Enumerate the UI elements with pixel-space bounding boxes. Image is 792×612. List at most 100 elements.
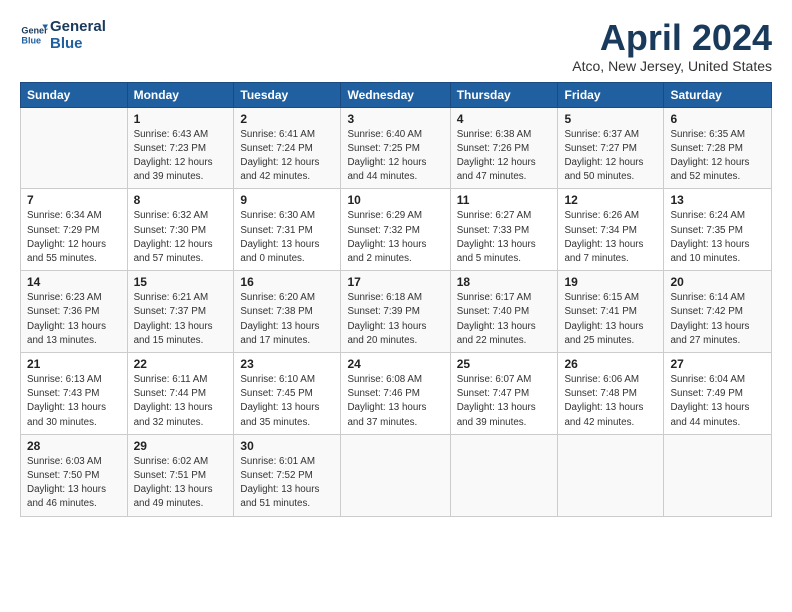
day-info: Sunrise: 6:41 AM Sunset: 7:24 PM Dayligh… (240, 128, 334, 185)
day-info: Sunrise: 6:13 AM Sunset: 7:43 PM Dayligh… (27, 373, 121, 430)
day-info: Sunrise: 6:32 AM Sunset: 7:30 PM Dayligh… (134, 209, 228, 266)
day-number: 5 (564, 112, 657, 126)
calendar-week-row: 1 Sunrise: 6:43 AM Sunset: 7:23 PM Daylig… (21, 107, 772, 189)
day-info: Sunrise: 6:43 AM Sunset: 7:23 PM Dayligh… (134, 128, 228, 185)
day-info: Sunrise: 6:01 AM Sunset: 7:52 PM Dayligh… (240, 455, 334, 512)
calendar-day-cell: 18 Sunrise: 6:17 AM Sunset: 7:40 PM Dayli… (450, 271, 558, 353)
day-number: 13 (670, 193, 765, 207)
day-number: 2 (240, 112, 334, 126)
day-number: 3 (347, 112, 443, 126)
day-of-week-header: Tuesday (234, 82, 341, 107)
calendar-day-cell: 20Sunrise: 6:14 AM Sunset: 7:42 PM Dayli… (664, 271, 772, 353)
day-number: 14 (27, 275, 121, 289)
day-number: 9 (240, 193, 334, 207)
calendar-day-cell: 6 Sunrise: 6:35 AM Sunset: 7:28 PM Daylig… (664, 107, 772, 189)
day-info: Sunrise: 6:03 AM Sunset: 7:50 PM Dayligh… (27, 455, 121, 512)
day-info: Sunrise: 6:08 AM Sunset: 7:46 PM Dayligh… (347, 373, 443, 430)
calendar-day-cell: 27 Sunrise: 6:04 AM Sunset: 7:49 PM Dayli… (664, 353, 772, 435)
day-number: 26 (564, 357, 657, 371)
day-of-week-header: Monday (127, 82, 234, 107)
logo: General Blue General Blue (20, 18, 106, 53)
calendar-week-row: 14 Sunrise: 6:23 AM Sunset: 7:36 PM Dayli… (21, 271, 772, 353)
day-info: Sunrise: 6:10 AM Sunset: 7:45 PM Dayligh… (240, 373, 334, 430)
svg-text:Blue: Blue (21, 36, 41, 46)
day-number: 22 (134, 357, 228, 371)
calendar-day-cell (341, 434, 450, 516)
day-info: Sunrise: 6:17 AM Sunset: 7:40 PM Dayligh… (457, 291, 552, 348)
calendar-day-cell: 11 Sunrise: 6:27 AM Sunset: 7:33 PM Dayli… (450, 189, 558, 271)
day-number: 30 (240, 439, 334, 453)
day-number: 25 (457, 357, 552, 371)
calendar-day-cell (664, 434, 772, 516)
day-info: Sunrise: 6:27 AM Sunset: 7:33 PM Dayligh… (457, 209, 552, 266)
day-number: 15 (134, 275, 228, 289)
page-container: General Blue General Blue April 2024 Atc… (0, 0, 792, 527)
calendar-day-cell: 8Sunrise: 6:32 AM Sunset: 7:30 PM Daylig… (127, 189, 234, 271)
calendar-day-cell: 15 Sunrise: 6:21 AM Sunset: 7:37 PM Dayli… (127, 271, 234, 353)
day-info: Sunrise: 6:23 AM Sunset: 7:36 PM Dayligh… (27, 291, 121, 348)
logo-icon: General Blue (20, 21, 48, 49)
day-info: Sunrise: 6:35 AM Sunset: 7:28 PM Dayligh… (670, 128, 765, 185)
day-info: Sunrise: 6:21 AM Sunset: 7:37 PM Dayligh… (134, 291, 228, 348)
day-info: Sunrise: 6:04 AM Sunset: 7:49 PM Dayligh… (670, 373, 765, 430)
day-info: Sunrise: 6:40 AM Sunset: 7:25 PM Dayligh… (347, 128, 443, 185)
calendar-day-cell (21, 107, 128, 189)
calendar-day-cell: 2 Sunrise: 6:41 AM Sunset: 7:24 PM Daylig… (234, 107, 341, 189)
day-info: Sunrise: 6:34 AM Sunset: 7:29 PM Dayligh… (27, 209, 121, 266)
day-of-week-header: Saturday (664, 82, 772, 107)
day-number: 20 (670, 275, 765, 289)
calendar-day-cell: 5Sunrise: 6:37 AM Sunset: 7:27 PM Daylig… (558, 107, 664, 189)
calendar-day-cell: 17Sunrise: 6:18 AM Sunset: 7:39 PM Dayli… (341, 271, 450, 353)
day-info: Sunrise: 6:30 AM Sunset: 7:31 PM Dayligh… (240, 209, 334, 266)
calendar-day-cell: 19Sunrise: 6:15 AM Sunset: 7:41 PM Dayli… (558, 271, 664, 353)
day-info: Sunrise: 6:06 AM Sunset: 7:48 PM Dayligh… (564, 373, 657, 430)
calendar-day-cell: 28 Sunrise: 6:03 AM Sunset: 7:50 PM Dayli… (21, 434, 128, 516)
day-number: 4 (457, 112, 552, 126)
calendar-day-cell: 13 Sunrise: 6:24 AM Sunset: 7:35 PM Dayli… (664, 189, 772, 271)
calendar-day-cell: 25 Sunrise: 6:07 AM Sunset: 7:47 PM Dayli… (450, 353, 558, 435)
calendar-header-row: SundayMondayTuesdayWednesdayThursdayFrid… (21, 82, 772, 107)
calendar-day-cell: 3 Sunrise: 6:40 AM Sunset: 7:25 PM Daylig… (341, 107, 450, 189)
calendar-week-row: 7Sunrise: 6:34 AM Sunset: 7:29 PM Daylig… (21, 189, 772, 271)
calendar-day-cell: 23 Sunrise: 6:10 AM Sunset: 7:45 PM Dayli… (234, 353, 341, 435)
day-info: Sunrise: 6:11 AM Sunset: 7:44 PM Dayligh… (134, 373, 228, 430)
day-number: 11 (457, 193, 552, 207)
day-info: Sunrise: 6:26 AM Sunset: 7:34 PM Dayligh… (564, 209, 657, 266)
logo-text-blue: Blue (50, 35, 106, 52)
calendar-day-cell: 24 Sunrise: 6:08 AM Sunset: 7:46 PM Dayli… (341, 353, 450, 435)
calendar-day-cell: 30 Sunrise: 6:01 AM Sunset: 7:52 PM Dayli… (234, 434, 341, 516)
calendar-week-row: 28 Sunrise: 6:03 AM Sunset: 7:50 PM Dayli… (21, 434, 772, 516)
day-info: Sunrise: 6:24 AM Sunset: 7:35 PM Dayligh… (670, 209, 765, 266)
day-info: Sunrise: 6:15 AM Sunset: 7:41 PM Dayligh… (564, 291, 657, 348)
calendar-day-cell: 22 Sunrise: 6:11 AM Sunset: 7:44 PM Dayli… (127, 353, 234, 435)
day-info: Sunrise: 6:07 AM Sunset: 7:47 PM Dayligh… (457, 373, 552, 430)
calendar-day-cell: 9 Sunrise: 6:30 AM Sunset: 7:31 PM Daylig… (234, 189, 341, 271)
calendar-day-cell: 12 Sunrise: 6:26 AM Sunset: 7:34 PM Dayli… (558, 189, 664, 271)
calendar-day-cell: 29 Sunrise: 6:02 AM Sunset: 7:51 PM Dayli… (127, 434, 234, 516)
day-number: 12 (564, 193, 657, 207)
day-number: 16 (240, 275, 334, 289)
calendar-day-cell (450, 434, 558, 516)
day-info: Sunrise: 6:02 AM Sunset: 7:51 PM Dayligh… (134, 455, 228, 512)
day-number: 6 (670, 112, 765, 126)
day-number: 27 (670, 357, 765, 371)
calendar-table: SundayMondayTuesdayWednesdayThursdayFrid… (20, 82, 772, 517)
logo-text-general: General (50, 18, 106, 35)
day-number: 21 (27, 357, 121, 371)
calendar-day-cell: 1 Sunrise: 6:43 AM Sunset: 7:23 PM Daylig… (127, 107, 234, 189)
day-number: 24 (347, 357, 443, 371)
day-number: 18 (457, 275, 552, 289)
day-number: 29 (134, 439, 228, 453)
calendar-day-cell: 7Sunrise: 6:34 AM Sunset: 7:29 PM Daylig… (21, 189, 128, 271)
day-number: 23 (240, 357, 334, 371)
calendar-day-cell: 4Sunrise: 6:38 AM Sunset: 7:26 PM Daylig… (450, 107, 558, 189)
day-number: 1 (134, 112, 228, 126)
day-of-week-header: Wednesday (341, 82, 450, 107)
day-number: 17 (347, 275, 443, 289)
day-of-week-header: Sunday (21, 82, 128, 107)
day-info: Sunrise: 6:20 AM Sunset: 7:38 PM Dayligh… (240, 291, 334, 348)
calendar-day-cell (558, 434, 664, 516)
calendar-day-cell: 10Sunrise: 6:29 AM Sunset: 7:32 PM Dayli… (341, 189, 450, 271)
day-number: 28 (27, 439, 121, 453)
header: General Blue General Blue April 2024 Atc… (20, 18, 772, 74)
